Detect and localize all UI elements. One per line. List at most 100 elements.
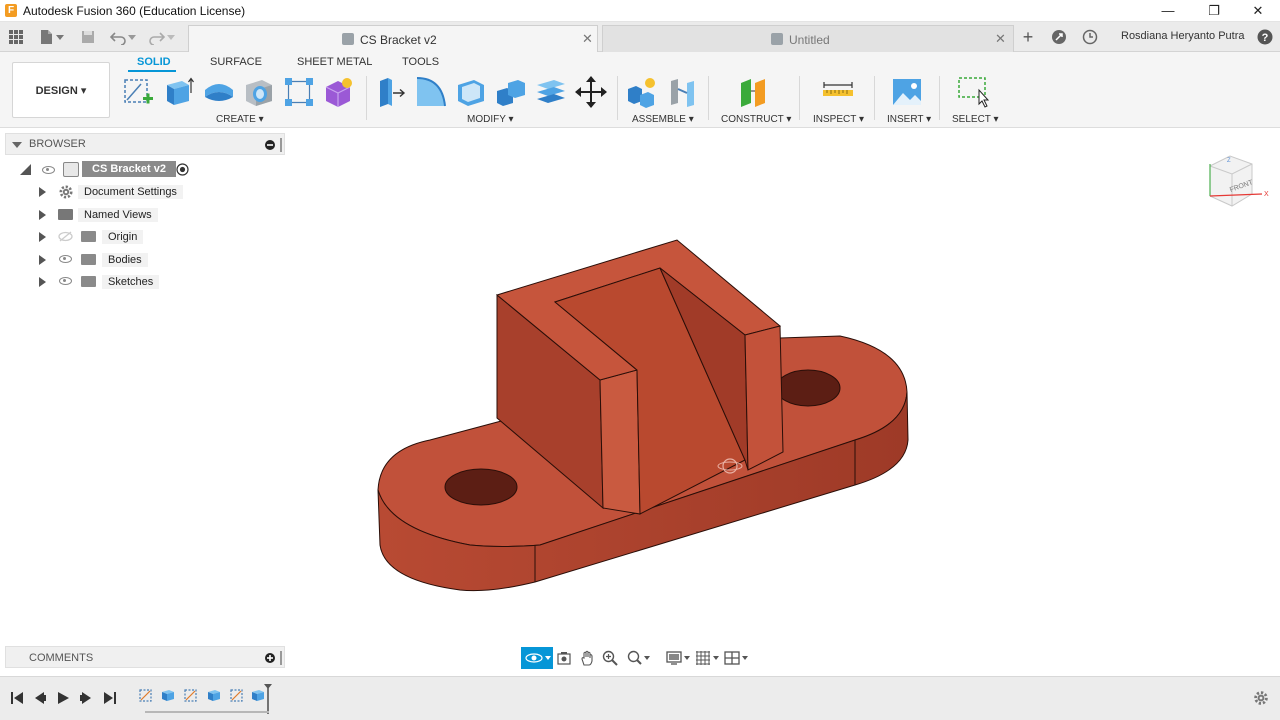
file-menu-dropdown-icon[interactable] xyxy=(55,29,65,45)
root-component-label[interactable]: CS Bracket v2 xyxy=(82,161,176,177)
toolbar-divider xyxy=(617,76,618,120)
orbit-icon[interactable] xyxy=(521,647,553,669)
assemble-group-label[interactable]: ASSEMBLE ▾ xyxy=(632,114,694,125)
data-panel-grid-icon[interactable] xyxy=(8,29,24,45)
browser-item-origin[interactable]: Origin xyxy=(36,227,236,247)
restore-button[interactable]: ❐ xyxy=(1194,1,1234,21)
browser-item-named-views[interactable]: Named Views xyxy=(36,205,236,225)
redo-icon[interactable] xyxy=(149,29,165,45)
undo-dropdown-icon[interactable] xyxy=(127,29,137,45)
visibility-eye-icon[interactable] xyxy=(42,166,55,174)
joint-icon[interactable] xyxy=(666,75,700,109)
step-back-icon[interactable] xyxy=(33,691,47,705)
close-window-button[interactable]: ✕ xyxy=(1238,1,1278,21)
tab-label: CS Bracket v2 xyxy=(360,33,437,47)
close-tab-icon[interactable]: ✕ xyxy=(995,31,1006,47)
tab-sheet-metal[interactable]: SHEET METAL xyxy=(297,56,372,68)
fit-zoom-dropdown-icon[interactable] xyxy=(627,650,651,666)
select-group-label[interactable]: SELECT ▾ xyxy=(952,114,999,125)
tab-cs-bracket[interactable]: CS Bracket v2 ✕ xyxy=(188,25,598,52)
save-icon[interactable] xyxy=(80,29,96,45)
activate-radio-icon[interactable] xyxy=(176,163,189,176)
timeline-sketch-icon[interactable] xyxy=(138,687,154,703)
browser-item-sketches[interactable]: Sketches xyxy=(36,272,236,292)
expand-arrow-icon[interactable] xyxy=(39,255,46,265)
extrude-icon[interactable] xyxy=(162,75,196,109)
tab-untitled[interactable]: Untitled ✕ xyxy=(602,25,1014,52)
tab-tools[interactable]: TOOLS xyxy=(402,56,439,68)
timeline-extrude-icon[interactable] xyxy=(206,687,222,703)
inspect-group-label[interactable]: INSPECT ▾ xyxy=(813,114,864,125)
timeline-extrude-icon[interactable] xyxy=(160,687,176,703)
browser-item-bodies[interactable]: Bodies xyxy=(36,250,236,270)
offset-face-icon[interactable] xyxy=(534,75,568,109)
create-sketch-icon[interactable] xyxy=(121,75,155,109)
insert-group-label[interactable]: INSERT ▾ xyxy=(887,114,931,125)
comments-panel-header[interactable]: COMMENTS xyxy=(5,646,285,668)
panel-grip-icon[interactable] xyxy=(280,651,282,665)
viewcube[interactable]: FRONT X Z xyxy=(1200,150,1272,216)
window-select-icon[interactable] xyxy=(956,75,990,109)
notifications-clock-icon[interactable] xyxy=(1082,29,1098,45)
redo-dropdown-icon[interactable] xyxy=(166,29,176,45)
panel-grip-icon[interactable] xyxy=(280,138,282,152)
move-copy-icon[interactable] xyxy=(574,75,608,109)
tab-surface[interactable]: SURFACE xyxy=(210,56,262,68)
expanded-triangle-icon[interactable] xyxy=(20,164,31,175)
collapse-browser-icon[interactable] xyxy=(12,140,22,150)
timeline-settings-gear-icon[interactable] xyxy=(1253,690,1269,706)
browser-item-document-settings[interactable]: Document Settings xyxy=(36,182,236,202)
expand-arrow-icon[interactable] xyxy=(39,277,46,287)
timeline-sketch-icon[interactable] xyxy=(183,687,199,703)
go-to-end-icon[interactable] xyxy=(103,691,117,705)
cad-model-bracket[interactable] xyxy=(360,230,920,600)
combine-icon[interactable] xyxy=(494,75,528,109)
user-account-name[interactable]: Rosdiana Heryanto Putra xyxy=(1121,30,1245,42)
create-group-label[interactable]: CREATE ▾ xyxy=(216,114,264,125)
viewports-icon[interactable] xyxy=(724,650,750,666)
look-at-icon[interactable] xyxy=(556,650,572,666)
browser-root-row[interactable]: CS Bracket v2 xyxy=(18,160,218,180)
minus-circle-icon[interactable] xyxy=(265,140,275,150)
workspace-switcher-button[interactable]: DESIGN ▾ xyxy=(12,62,110,118)
expand-arrow-icon[interactable] xyxy=(39,232,46,242)
browser-panel-header[interactable]: BROWSER xyxy=(5,133,285,155)
expand-arrow-icon[interactable] xyxy=(39,210,46,220)
job-status-icon[interactable] xyxy=(1051,29,1067,45)
plus-circle-icon[interactable] xyxy=(265,653,275,663)
folder-icon xyxy=(58,209,73,220)
display-settings-icon[interactable] xyxy=(666,650,692,666)
pattern-icon[interactable] xyxy=(282,75,316,109)
fillet-icon[interactable] xyxy=(414,75,448,109)
visibility-eye-icon[interactable] xyxy=(59,277,72,285)
close-tab-icon[interactable]: ✕ xyxy=(582,31,593,47)
tab-solid[interactable]: SOLID xyxy=(137,56,171,68)
new-component-icon[interactable] xyxy=(625,75,659,109)
zoom-icon[interactable] xyxy=(602,650,618,666)
pan-hand-icon[interactable] xyxy=(579,650,595,666)
offset-plane-icon[interactable] xyxy=(737,75,771,109)
new-tab-plus-icon[interactable]: + xyxy=(1020,28,1036,46)
construct-group-label[interactable]: CONSTRUCT ▾ xyxy=(721,114,791,125)
undo-icon[interactable] xyxy=(110,29,126,45)
revolve-icon[interactable] xyxy=(202,75,236,109)
hidden-eye-icon[interactable] xyxy=(58,231,73,242)
measure-icon[interactable] xyxy=(821,75,855,109)
hole-icon[interactable] xyxy=(242,75,276,109)
grid-settings-icon[interactable] xyxy=(695,650,721,666)
modify-group-label[interactable]: MODIFY ▾ xyxy=(467,114,514,125)
play-icon[interactable] xyxy=(56,691,70,705)
help-icon[interactable]: ? xyxy=(1257,29,1273,45)
file-menu-icon[interactable] xyxy=(38,29,54,45)
create-form-icon[interactable] xyxy=(322,75,356,109)
visibility-eye-icon[interactable] xyxy=(59,255,72,263)
step-forward-icon[interactable] xyxy=(79,691,93,705)
press-pull-icon[interactable] xyxy=(374,75,408,109)
shell-icon[interactable] xyxy=(454,75,488,109)
toolbar-divider xyxy=(874,76,875,120)
insert-image-icon[interactable] xyxy=(890,75,924,109)
go-to-start-icon[interactable] xyxy=(10,691,24,705)
minimize-button[interactable]: — xyxy=(1148,1,1188,21)
expand-arrow-icon[interactable] xyxy=(39,187,46,197)
timeline-sketch-icon[interactable] xyxy=(229,687,245,703)
